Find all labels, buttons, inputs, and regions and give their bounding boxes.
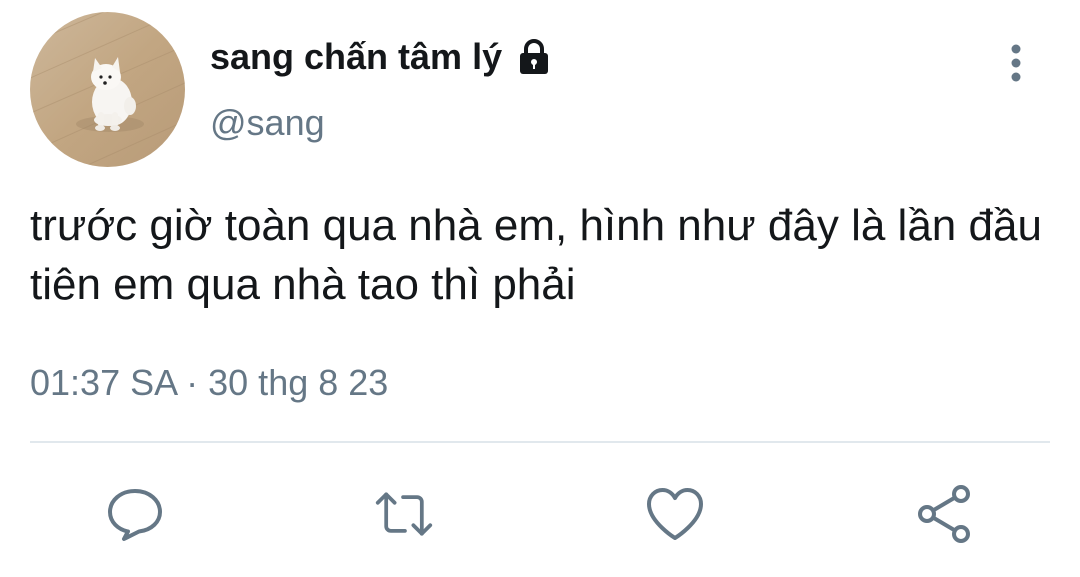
dog-photo-avatar [30,12,185,167]
like-button[interactable] [645,484,705,544]
retweet-icon [375,492,433,536]
reply-button[interactable] [105,484,165,544]
share-icon [918,485,970,543]
tweet-text: trước giờ toàn qua nhà em, hình như đây … [30,201,1042,309]
display-name-text: sang chấn tâm lý [210,36,503,77]
display-name[interactable]: sang chấn tâm lý [210,36,554,78]
timestamp: 01:37 SA · 30 thg 8 23 [30,362,388,404]
like-icon [647,488,703,540]
username-handle[interactable]: @sang [210,102,325,144]
tweet-time[interactable]: 01:37 SA [30,362,176,403]
tweet-date[interactable]: 30 thg 8 23 [208,362,388,403]
timestamp-separator: · [176,362,209,403]
more-options-button[interactable] [996,38,1036,88]
share-button[interactable] [915,484,975,544]
lock-icon [514,37,554,77]
tweet-detail: sang chấn tâm lý @sang trước giờ toàn qu… [0,0,1080,577]
reply-icon [108,489,162,541]
divider [30,441,1050,443]
retweet-button[interactable] [374,484,434,544]
avatar[interactable] [30,12,185,167]
more-vertical-icon [1011,44,1021,82]
